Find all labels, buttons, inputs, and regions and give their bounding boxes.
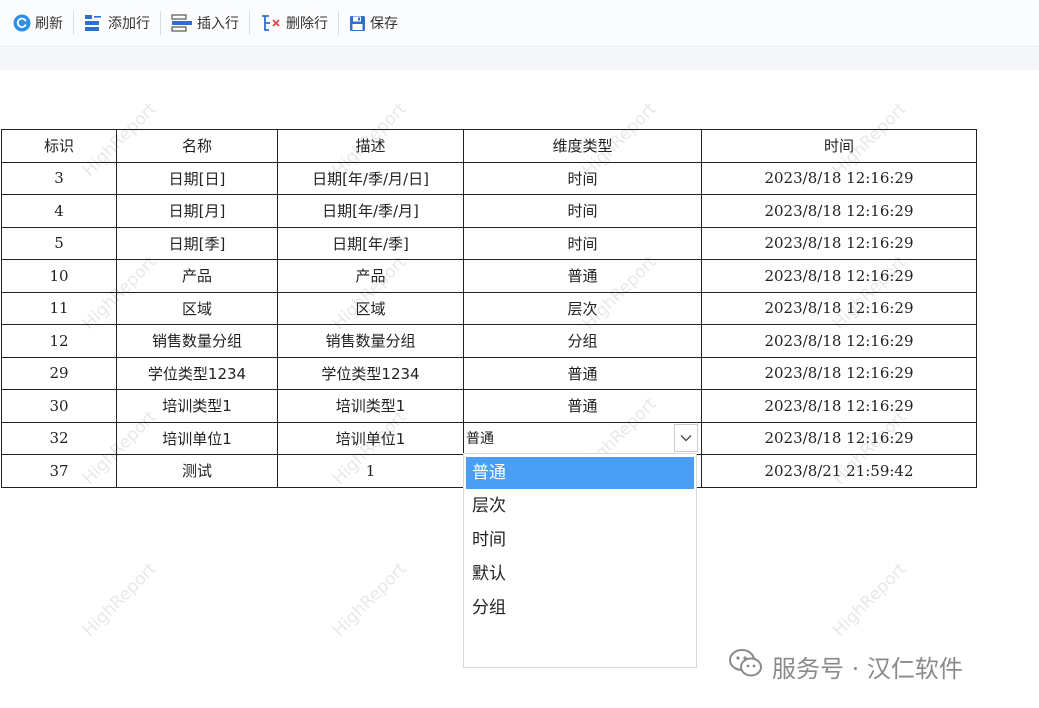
cell-dimension-type[interactable]: 普通 [463,259,702,293]
table-row[interactable]: 4 日期[月] 日期[年/季/月] 时间 2023/8/18 12:16:29 [1,194,977,228]
delete-row-button[interactable]: 删除行 [250,11,338,35]
cell-name[interactable]: 培训类型1 [116,389,278,423]
dimension-type-dropdown-list: 普通 层次 时间 默认 分组 [463,453,697,668]
cell-time[interactable]: 2023/8/18 12:16:29 [701,291,977,325]
cell-dimension-type[interactable]: 时间 [463,161,702,195]
insert-row-button[interactable]: 插入行 [161,11,249,35]
cell-name[interactable]: 日期[月] [116,194,278,228]
toolbar: 刷新 添加行 插入行 删除行 保存 [0,0,1039,47]
cell-description[interactable]: 产品 [277,259,464,293]
cell-name[interactable]: 学位类型1234 [116,356,278,390]
cell-id[interactable]: 37 [1,454,117,488]
save-icon [349,15,366,32]
cell-name[interactable]: 日期[日] [116,161,278,195]
insert-row-label: 插入行 [197,16,239,32]
dropdown-option-group[interactable]: 分组 [464,591,696,625]
brand-watermark: 服务号 · 汉仁软件 [728,648,963,684]
table-row[interactable]: 11 区域 区域 层次 2023/8/18 12:16:29 [1,291,977,325]
cell-dimension-type[interactable]: 普通 [463,389,702,423]
insert-row-icon [171,14,193,32]
dropdown-option-time[interactable]: 时间 [464,523,696,557]
cell-name[interactable]: 销售数量分组 [116,324,278,358]
table-row[interactable]: 3 日期[日] 日期[年/季/月/日] 时间 2023/8/18 12:16:2… [1,161,977,195]
cell-description[interactable]: 学位类型1234 [277,356,464,390]
column-header-name[interactable]: 名称 [116,129,278,163]
dropdown-toggle[interactable] [674,424,698,453]
column-header-dimension-type[interactable]: 维度类型 [463,129,702,163]
cell-description[interactable]: 销售数量分组 [277,324,464,358]
watermark-text: HighReport [78,559,161,641]
refresh-button[interactable]: 刷新 [0,11,73,35]
cell-time[interactable]: 2023/8/18 12:16:29 [701,161,977,195]
data-grid: 标识 名称 描述 维度类型 时间 3 日期[日] 日期[年/季/月/日] 时间 … [1,129,977,488]
add-row-button[interactable]: 添加行 [74,11,160,35]
table-row[interactable]: 30 培训类型1 培训类型1 普通 2023/8/18 12:16:29 [1,389,977,423]
cell-description[interactable]: 日期[年/季/月/日] [277,161,464,195]
cell-name[interactable]: 测试 [116,454,278,488]
column-header-description[interactable]: 描述 [277,129,464,163]
table-row[interactable]: 5 日期[季] 日期[年/季] 时间 2023/8/18 12:16:29 [1,226,977,260]
dropdown-option-default[interactable]: 默认 [464,557,696,591]
cell-time[interactable]: 2023/8/18 12:16:29 [701,324,977,358]
cell-time[interactable]: 2023/8/18 12:16:29 [701,389,977,423]
table-row[interactable]: 12 销售数量分组 销售数量分组 分组 2023/8/18 12:16:29 [1,324,977,358]
cell-dimension-type[interactable]: 层次 [463,291,702,325]
cell-time[interactable]: 2023/8/18 12:16:29 [701,259,977,293]
cell-description[interactable]: 日期[年/季/月] [277,194,464,228]
dropdown-option-normal[interactable]: 普通 [466,457,694,489]
refresh-icon [13,14,31,32]
add-row-icon [84,14,104,32]
cell-id[interactable]: 12 [1,324,117,358]
cell-id[interactable]: 32 [1,421,117,455]
cell-description[interactable]: 区域 [277,291,464,325]
dimension-type-select[interactable]: 普通 [465,423,701,454]
toolbar-strip [0,47,1039,70]
cell-time[interactable]: 2023/8/18 12:16:29 [701,194,977,228]
cell-dimension-type[interactable]: 分组 [463,324,702,358]
cell-id[interactable]: 4 [1,194,117,228]
watermark-text: HighReport [828,559,911,641]
watermark-text: HighReport [328,559,411,641]
cell-dimension-type[interactable]: 普通 [463,356,702,390]
cell-id[interactable]: 3 [1,161,117,195]
cell-description[interactable]: 培训类型1 [277,389,464,423]
save-label: 保存 [370,16,398,32]
cell-dimension-type[interactable]: 时间 [463,194,702,228]
table-row[interactable]: 29 学位类型1234 学位类型1234 普通 2023/8/18 12:16:… [1,356,977,390]
grid-header-row: 标识 名称 描述 维度类型 时间 [1,129,977,163]
cell-time[interactable]: 2023/8/21 21:59:42 [701,454,977,488]
select-value: 普通 [466,431,494,448]
cell-time[interactable]: 2023/8/18 12:16:29 [701,356,977,390]
chevron-down-icon [680,430,692,446]
cell-name[interactable]: 产品 [116,259,278,293]
cell-name[interactable]: 日期[季] [116,226,278,260]
column-header-time[interactable]: 时间 [701,129,977,163]
cell-id[interactable]: 10 [1,259,117,293]
cell-time[interactable]: 2023/8/18 12:16:29 [701,226,977,260]
cell-id[interactable]: 29 [1,356,117,390]
save-button[interactable]: 保存 [339,11,408,35]
cell-description[interactable]: 1 [277,454,464,488]
cell-name[interactable]: 区域 [116,291,278,325]
cell-id[interactable]: 11 [1,291,117,325]
delete-row-label: 删除行 [286,16,328,32]
table-row[interactable]: 32 培训单位1 培训单位1 普通 2023/8/18 12:16:29 [1,421,977,455]
cell-description[interactable]: 培训单位1 [277,421,464,455]
cell-name[interactable]: 培训单位1 [116,421,278,455]
column-header-id[interactable]: 标识 [1,129,117,163]
refresh-label: 刷新 [35,16,63,32]
cell-id[interactable]: 30 [1,389,117,423]
wechat-icon [728,648,764,684]
dropdown-option-hierarchy[interactable]: 层次 [464,489,696,523]
delete-row-icon [260,14,282,32]
brand-text: 服务号 · 汉仁软件 [772,654,963,683]
cell-dimension-type-editor[interactable]: 普通 [463,421,702,455]
table-row[interactable]: 10 产品 产品 普通 2023/8/18 12:16:29 [1,259,977,293]
cell-id[interactable]: 5 [1,226,117,260]
cell-dimension-type[interactable]: 时间 [463,226,702,260]
add-row-label: 添加行 [108,16,150,32]
cell-description[interactable]: 日期[年/季] [277,226,464,260]
cell-time[interactable]: 2023/8/18 12:16:29 [701,421,977,455]
